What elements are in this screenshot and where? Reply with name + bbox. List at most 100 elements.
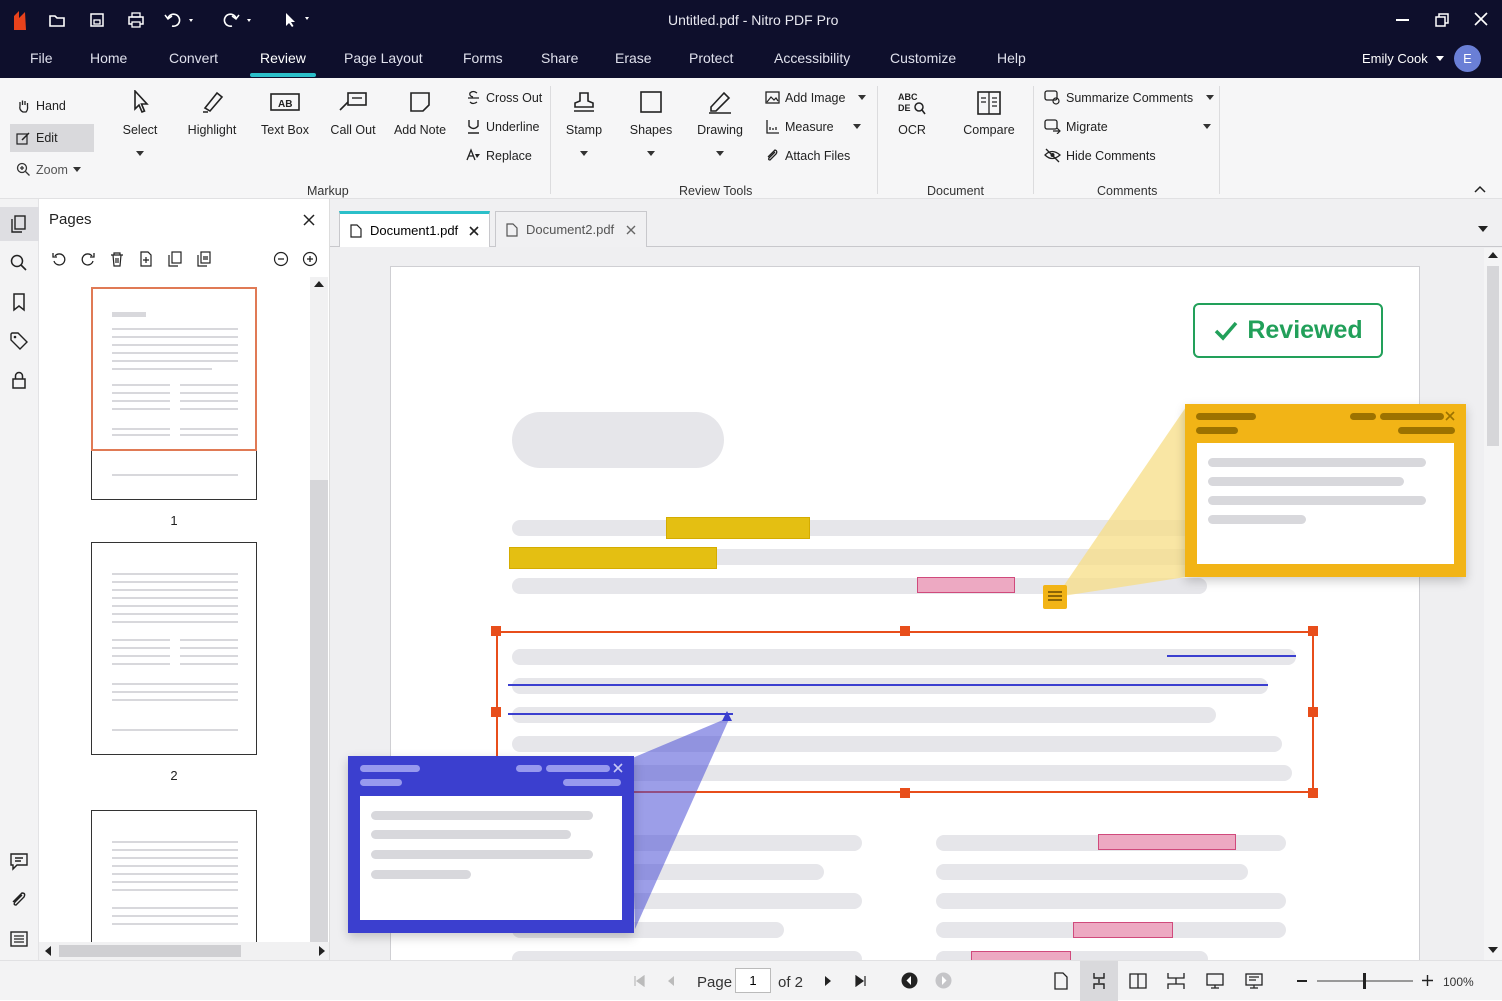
reviewed-stamp[interactable]: Reviewed — [1193, 303, 1383, 358]
attachments-icon[interactable] — [9, 890, 29, 910]
collapse-ribbon-icon[interactable] — [1474, 180, 1486, 198]
zoom-level[interactable]: 100% — [1443, 975, 1474, 989]
delete-page-icon[interactable] — [109, 251, 125, 272]
undo-icon[interactable] — [164, 10, 198, 30]
close-popup-icon[interactable] — [613, 763, 623, 773]
previous-view-icon[interactable] — [901, 972, 918, 989]
page-number-input[interactable]: 1 — [735, 968, 771, 993]
menu-file[interactable]: File — [30, 50, 53, 66]
extract-page-icon[interactable] — [167, 251, 183, 272]
menu-protect[interactable]: Protect — [689, 50, 733, 66]
rotate-right-icon[interactable] — [80, 251, 96, 272]
insert-page-icon[interactable] — [138, 251, 154, 272]
resize-handle[interactable] — [1308, 788, 1318, 798]
drawing-button[interactable]: Drawing — [695, 90, 745, 159]
note-comment-popup[interactable] — [1185, 404, 1466, 577]
tag-icon[interactable] — [9, 331, 29, 351]
open-icon[interactable] — [47, 10, 69, 30]
highlight-button[interactable]: Highlight — [184, 90, 240, 137]
zoom-in-icon[interactable] — [302, 251, 318, 272]
page-thumbnail-2[interactable] — [91, 542, 257, 755]
measure-button[interactable]: Measure — [765, 119, 861, 134]
rotate-left-icon[interactable] — [51, 251, 67, 272]
hand-tool-button[interactable]: Hand — [16, 98, 66, 113]
cross-out-annotation[interactable] — [917, 577, 1015, 593]
menu-erase[interactable]: Erase — [615, 50, 652, 66]
two-page-view-icon[interactable] — [1128, 972, 1148, 990]
resize-handle[interactable] — [900, 626, 910, 636]
close-panel-icon[interactable] — [303, 213, 315, 231]
underline-button[interactable]: Underline — [466, 119, 540, 134]
two-page-continuous-icon[interactable] — [1166, 972, 1186, 990]
resize-handle[interactable] — [491, 707, 501, 717]
cross-out-button[interactable]: Cross Out — [466, 90, 542, 105]
cross-out-annotation[interactable] — [1073, 922, 1173, 938]
restore-icon[interactable] — [1434, 12, 1450, 33]
cross-out-annotation[interactable] — [1098, 834, 1236, 850]
pages-icon[interactable] — [9, 214, 29, 234]
redo-icon[interactable] — [222, 10, 256, 30]
menu-forms[interactable]: Forms — [463, 50, 503, 66]
previous-page-icon[interactable] — [666, 975, 676, 987]
replace-button[interactable]: Replace — [466, 148, 532, 163]
cursor-tool-icon[interactable] — [281, 10, 315, 30]
tab-document2[interactable]: Document2.pdf — [495, 211, 647, 247]
menu-share[interactable]: Share — [541, 50, 578, 66]
tab-list-icon[interactable] — [1478, 226, 1488, 232]
call-out-button[interactable]: Call Out — [327, 90, 379, 137]
comment-popup[interactable] — [348, 756, 634, 933]
thumbnail-scrollbar[interactable] — [310, 277, 328, 942]
migrate-button[interactable]: Migrate — [1044, 119, 1211, 134]
close-popup-icon[interactable] — [1445, 411, 1455, 421]
menu-accessibility[interactable]: Accessibility — [774, 50, 850, 66]
attach-files-button[interactable]: Attach Files — [765, 148, 850, 163]
zoom-slider-thumb[interactable] — [1363, 973, 1366, 989]
zoom-slider[interactable] — [1317, 973, 1413, 989]
first-page-icon[interactable] — [633, 975, 645, 987]
lock-icon[interactable] — [9, 370, 29, 390]
fullscreen-icon[interactable] — [1244, 972, 1264, 990]
comments-icon[interactable] — [9, 851, 29, 871]
zoom-in-button[interactable] — [1422, 975, 1433, 986]
zoom-out-button[interactable] — [1297, 980, 1307, 982]
add-image-button[interactable]: Add Image — [765, 90, 867, 105]
highlight-annotation[interactable] — [666, 517, 810, 539]
print-icon[interactable] — [125, 10, 147, 30]
resize-handle[interactable] — [1308, 626, 1318, 636]
menu-customize[interactable]: Customize — [890, 50, 956, 66]
close-icon[interactable] — [1474, 12, 1488, 31]
avatar[interactable]: E — [1454, 45, 1481, 72]
compare-button[interactable]: Compare — [960, 90, 1018, 137]
search-icon[interactable] — [9, 253, 29, 273]
presentation-icon[interactable] — [1205, 972, 1225, 990]
tab-document1[interactable]: Document1.pdf — [339, 211, 490, 247]
next-page-icon[interactable] — [823, 975, 833, 987]
save-icon[interactable] — [86, 10, 108, 30]
thumbnail-hscrollbar[interactable] — [39, 942, 329, 960]
highlight-annotation[interactable] — [509, 547, 717, 569]
resize-handle[interactable] — [491, 626, 501, 636]
document-scrollbar[interactable] — [1484, 248, 1502, 960]
summarize-comments-button[interactable]: Summarize Comments — [1044, 90, 1215, 105]
page-thumbnail-3[interactable] — [91, 810, 257, 942]
comment-body[interactable] — [360, 796, 622, 920]
fields-icon[interactable] — [9, 929, 29, 949]
shapes-button[interactable]: Shapes — [629, 90, 673, 159]
bookmark-icon[interactable] — [9, 292, 29, 312]
menu-convert[interactable]: Convert — [169, 50, 218, 66]
duplicate-page-icon[interactable] — [196, 251, 212, 272]
ocr-button[interactable]: ABC DE OCR — [892, 90, 932, 137]
resize-handle[interactable] — [900, 788, 910, 798]
menu-review[interactable]: Review — [250, 50, 316, 77]
zoom-out-icon[interactable] — [273, 251, 289, 272]
resize-handle[interactable] — [1308, 707, 1318, 717]
single-page-view-icon[interactable] — [1053, 972, 1069, 990]
stamp-button[interactable]: Stamp — [562, 90, 606, 159]
menu-page-layout[interactable]: Page Layout — [344, 50, 423, 66]
zoom-tool-button[interactable]: Zoom — [16, 162, 81, 177]
note-comment-body[interactable] — [1197, 443, 1454, 564]
user-menu[interactable]: Emily Cook — [1362, 51, 1444, 66]
continuous-view-button[interactable] — [1080, 961, 1118, 1001]
text-box-button[interactable]: AB Text Box — [259, 90, 311, 137]
menu-home[interactable]: Home — [90, 50, 127, 66]
